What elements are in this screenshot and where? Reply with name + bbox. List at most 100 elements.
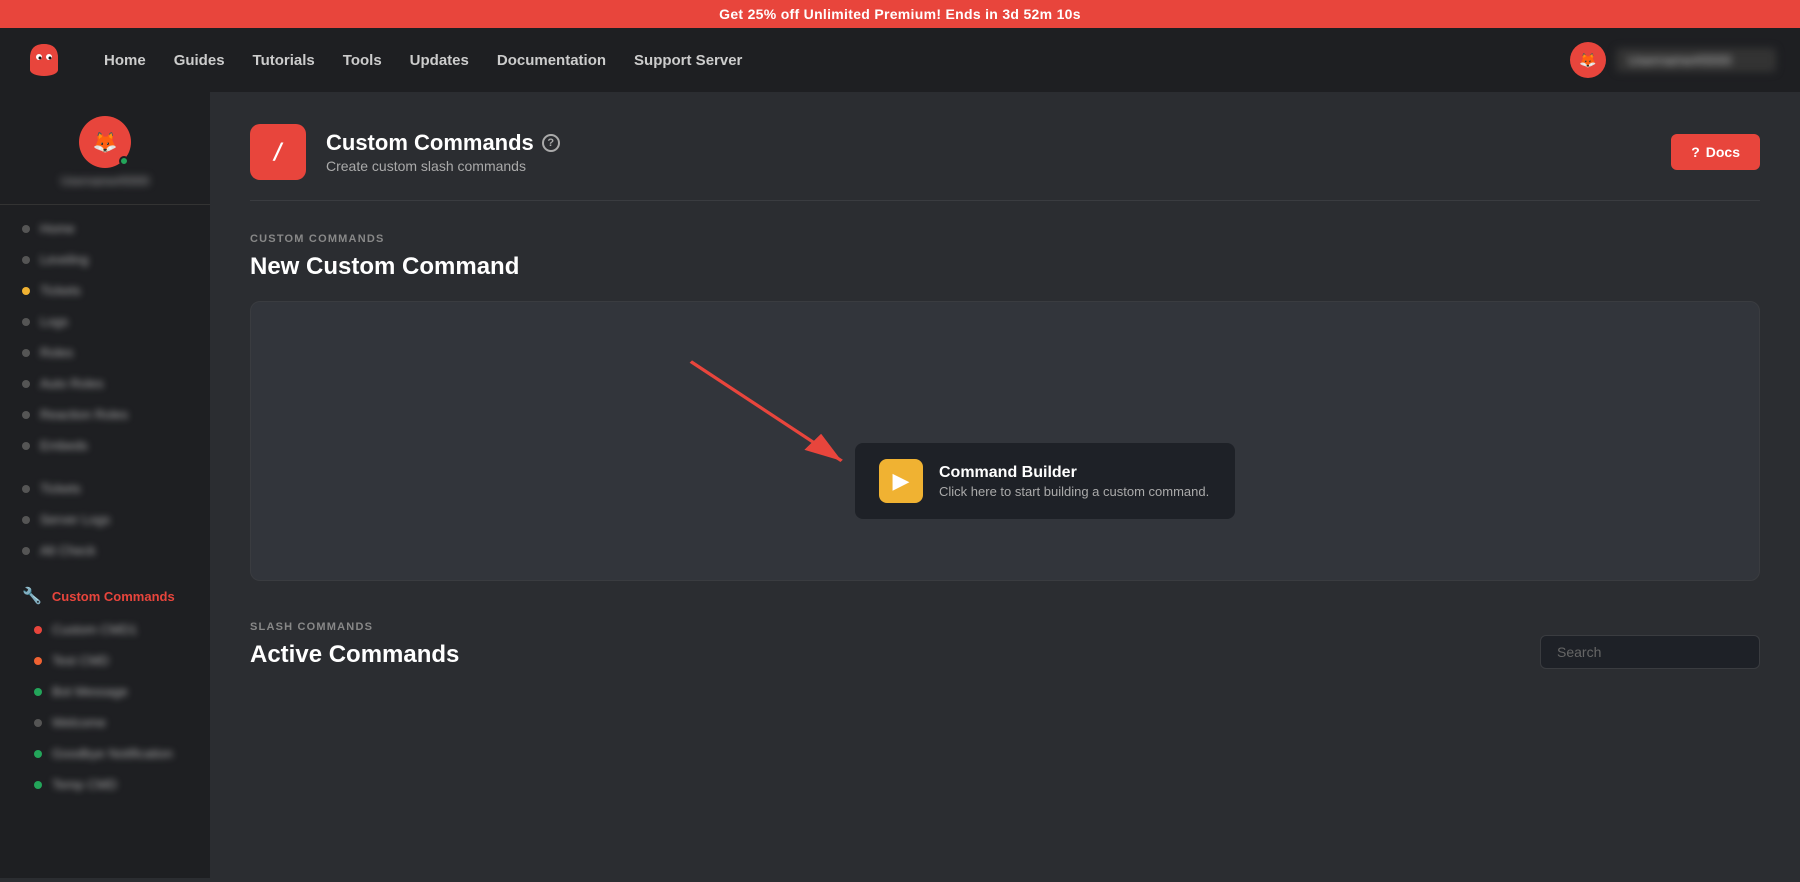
- dot-icon: [34, 626, 42, 634]
- sidebar-item-label: Bot Message: [52, 684, 128, 699]
- sidebar-item-label: Server Logs: [40, 512, 110, 527]
- dot-icon: [22, 380, 30, 388]
- sidebar-item-label: Auto Roles: [40, 376, 104, 391]
- dot-icon: [22, 442, 30, 450]
- sidebar-item-logs[interactable]: Logs: [6, 307, 204, 336]
- sidebar-item-label: Welcome: [52, 715, 106, 730]
- sidebar-item-label: Reaction Roles: [40, 407, 128, 422]
- dot-icon: [22, 256, 30, 264]
- section-label-custom: CUSTOM COMMANDS: [250, 233, 1760, 245]
- command-builder-icon: ▶: [879, 459, 923, 503]
- online-indicator: [119, 156, 129, 166]
- sidebar-item-auto-roles[interactable]: Auto Roles: [6, 369, 204, 398]
- dot-icon: [34, 781, 42, 789]
- sidebar-item-label: Leveling: [40, 252, 88, 267]
- sidebar-item-label: Custom Commands: [52, 589, 175, 604]
- dot-icon: [22, 349, 30, 357]
- sidebar-subitem-1[interactable]: Custom CMD1: [6, 615, 204, 644]
- sidebar-item-tickets[interactable]: Tickets: [6, 276, 204, 305]
- sidebar-item-tickets2[interactable]: Tickets: [6, 474, 204, 503]
- sidebar-item-label: Tickets: [40, 283, 81, 298]
- sidebar-item-label: Home: [40, 221, 75, 236]
- dot-icon: [34, 750, 42, 758]
- builder-area: ▶ Command Builder Click here to start bu…: [250, 301, 1760, 581]
- logo[interactable]: [24, 40, 64, 80]
- page-title-block: Custom Commands ? Create custom slash co…: [326, 130, 560, 174]
- nav-user: 🦊 Username#0000: [1570, 42, 1776, 78]
- nav-tutorials[interactable]: Tutorials: [253, 52, 315, 69]
- command-builder-text: Command Builder Click here to start buil…: [939, 464, 1209, 499]
- help-icon[interactable]: ?: [542, 134, 560, 152]
- sidebar-item-leveling[interactable]: Leveling: [6, 245, 204, 274]
- sidebar-item-label: Test CMD: [52, 653, 109, 668]
- dot-icon: [22, 287, 30, 295]
- sidebar-item-roles[interactable]: Roles: [6, 338, 204, 367]
- dot-icon: [34, 657, 42, 665]
- slash-section-labels: SLASH COMMANDS Active Commands: [250, 621, 459, 669]
- sidebar-username: Username#0000: [61, 174, 150, 188]
- arrow-annotation: [251, 302, 1759, 580]
- sidebar-subitem-3[interactable]: Bot Message: [6, 677, 204, 706]
- sidebar-item-label: Embeds: [40, 438, 88, 453]
- command-builder-card[interactable]: ▶ Command Builder Click here to start bu…: [855, 443, 1235, 519]
- navbar: Home Guides Tutorials Tools Updates Docu…: [0, 28, 1800, 92]
- active-commands-title: Active Commands: [250, 641, 459, 669]
- custom-commands-icon: 🔧: [22, 586, 42, 606]
- username-display: Username#0000: [1616, 48, 1776, 72]
- nav-links: Home Guides Tutorials Tools Updates Docu…: [104, 52, 1538, 69]
- sidebar-subitem-6[interactable]: Temp CMD: [6, 770, 204, 799]
- sidebar-subitem-2[interactable]: Test CMD: [6, 646, 204, 675]
- sidebar-item-label: Roles: [40, 345, 73, 360]
- avatar[interactable]: 🦊: [1570, 42, 1606, 78]
- sidebar-item-reaction-roles[interactable]: Reaction Roles: [6, 400, 204, 429]
- page-subtitle: Create custom slash commands: [326, 158, 560, 174]
- builder-arrow-icon: ▶: [893, 468, 910, 494]
- nav-documentation[interactable]: Documentation: [497, 52, 606, 69]
- sidebar-item-label: Logs: [40, 314, 68, 329]
- sidebar-item-embeds[interactable]: Embeds: [6, 431, 204, 460]
- command-builder-subtitle: Click here to start building a custom co…: [939, 484, 1209, 499]
- sidebar-user: 🦊 Username#0000: [0, 108, 210, 205]
- docs-icon: ?: [1691, 144, 1700, 160]
- nav-guides[interactable]: Guides: [174, 52, 225, 69]
- sidebar-item-label: Temp CMD: [52, 777, 117, 792]
- sidebar-item-alt-check[interactable]: Alt Check: [6, 536, 204, 565]
- dot-icon: [22, 225, 30, 233]
- dot-icon: [22, 318, 30, 326]
- nav-support-server[interactable]: Support Server: [634, 52, 742, 69]
- slash-section-label: SLASH COMMANDS: [250, 621, 459, 633]
- nav-home[interactable]: Home: [104, 52, 146, 69]
- promo-text: Get 25% off Unlimited Premium! Ends in 3…: [719, 6, 1081, 22]
- dot-icon: [22, 485, 30, 493]
- sidebar-item-label: Custom CMD1: [52, 622, 137, 637]
- dot-icon: [22, 516, 30, 524]
- page-header-left: / Custom Commands ? Create custom slash …: [250, 124, 560, 180]
- sidebar-subitem-4[interactable]: Welcome: [6, 708, 204, 737]
- section-title-new-command: New Custom Command: [250, 253, 1760, 281]
- sidebar: 🦊 Username#0000 Home Leveling Tickets Lo…: [0, 92, 210, 878]
- nav-tools[interactable]: Tools: [343, 52, 382, 69]
- main-layout: 🦊 Username#0000 Home Leveling Tickets Lo…: [0, 92, 1800, 878]
- sidebar-item-server-logs[interactable]: Server Logs: [6, 505, 204, 534]
- search-input[interactable]: [1540, 635, 1760, 669]
- docs-button[interactable]: ? Docs: [1671, 134, 1760, 170]
- slash-section-header: SLASH COMMANDS Active Commands: [250, 621, 1760, 669]
- sidebar-item-label: Goodbye Notification: [52, 746, 173, 761]
- dot-icon: [22, 411, 30, 419]
- sidebar-subitem-5[interactable]: Goodbye Notification: [6, 739, 204, 768]
- page-title: Custom Commands ?: [326, 130, 560, 156]
- sidebar-avatar: 🦊: [79, 116, 131, 168]
- page-icon: /: [250, 124, 306, 180]
- page-icon-label: /: [271, 140, 284, 165]
- dot-icon: [22, 547, 30, 555]
- main-content: / Custom Commands ? Create custom slash …: [210, 92, 1800, 878]
- nav-updates[interactable]: Updates: [410, 52, 469, 69]
- dot-icon: [34, 719, 42, 727]
- sidebar-item-custom-commands[interactable]: 🔧 Custom Commands: [6, 579, 204, 613]
- page-header: / Custom Commands ? Create custom slash …: [250, 124, 1760, 201]
- sidebar-item-label: Tickets: [40, 481, 81, 496]
- dot-icon: [34, 688, 42, 696]
- sidebar-item-home[interactable]: Home: [6, 214, 204, 243]
- command-builder-title: Command Builder: [939, 464, 1209, 482]
- promo-bar: Get 25% off Unlimited Premium! Ends in 3…: [0, 0, 1800, 28]
